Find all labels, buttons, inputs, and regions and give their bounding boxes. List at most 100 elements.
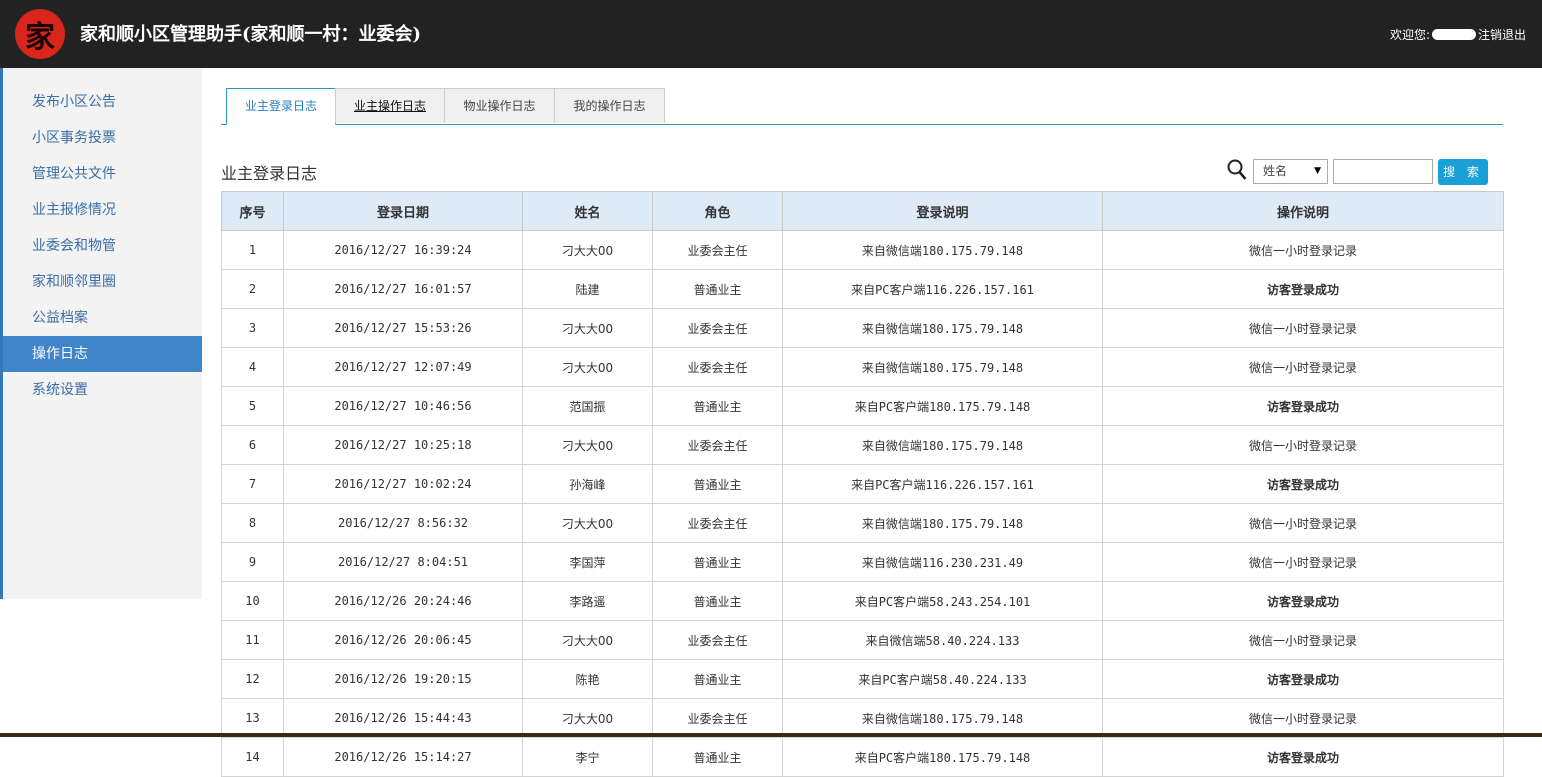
cell-name: 李国萍 (522, 542, 653, 582)
cell-login-date: 2016/12/27 15:53:26 (283, 308, 523, 348)
cell-login-note: 来自微信端180.175.79.148 (782, 230, 1103, 270)
tab-owner-operation-log[interactable]: 业主操作日志 (335, 88, 445, 123)
cell-login-date: 2016/12/27 12:07:49 (283, 347, 523, 387)
cell-login-date: 2016/12/27 10:02:24 (283, 464, 523, 504)
cell-role: 业委会主任 (652, 698, 783, 738)
cell-name: 李宁 (522, 737, 653, 777)
search-field-select[interactable]: 姓名 ▼ (1253, 159, 1328, 184)
cell-login-date: 2016/12/26 15:14:27 (283, 737, 523, 777)
cell-index: 10 (221, 581, 284, 621)
search-select-value: 姓名 (1263, 164, 1288, 178)
cell-role: 业委会主任 (652, 620, 783, 660)
cell-login-note: 来自PC客户端116.226.157.161 (782, 464, 1103, 504)
column-header-login-note: 登录说明 (782, 191, 1103, 231)
cell-operation-note: 访客登录成功 (1102, 386, 1504, 426)
cell-role: 业委会主任 (652, 503, 783, 543)
cell-role: 普通业主 (652, 269, 783, 309)
cell-operation-note: 微信一小时登录记录 (1102, 425, 1504, 465)
cell-index: 2 (221, 269, 284, 309)
masked-username (1431, 29, 1476, 40)
sidebar-item-voting[interactable]: 小区事务投票 (3, 120, 202, 156)
table-header-row: 序号 登录日期 姓名 角色 登录说明 操作说明 (221, 191, 1504, 231)
cell-name: 刁大大00 (522, 425, 653, 465)
cell-index: 8 (221, 503, 284, 543)
tab-property-operation-log[interactable]: 物业操作日志 (444, 88, 555, 123)
chevron-down-icon: ▼ (1314, 166, 1321, 176)
cell-login-note: 来自微信端180.175.79.148 (782, 698, 1103, 738)
cell-operation-note: 微信一小时登录记录 (1102, 503, 1504, 543)
table-row: 11 2016/12/26 20:06:45 刁大大00 业委会主任 来自微信端58.4… (221, 620, 1504, 660)
cell-index: 6 (221, 425, 284, 465)
sidebar-item-operation-log[interactable]: 操作日志 (3, 336, 202, 372)
cell-index: 14 (221, 737, 284, 777)
sidebar-item-committee-property[interactable]: 业委会和物管 (3, 228, 202, 264)
cell-operation-note: 微信一小时登录记录 (1102, 542, 1504, 582)
cell-operation-note: 微信一小时登录记录 (1102, 308, 1504, 348)
cell-login-note: 来自PC客户端58.40.224.133 (782, 659, 1103, 699)
sidebar-item-settings[interactable]: 系统设置 (3, 372, 202, 408)
cell-login-date: 2016/12/27 10:25:18 (283, 425, 523, 465)
cell-role: 普通业主 (652, 386, 783, 426)
cell-role: 普通业主 (652, 659, 783, 699)
table-row: 6 2016/12/27 10:25:18 刁大大00 业委会主任 来自微信端180.1… (221, 425, 1504, 465)
log-tabs: 业主登录日志 业主操作日志 物业操作日志 我的操作日志 (221, 88, 1503, 125)
column-header-login-date: 登录日期 (283, 191, 523, 231)
logout-link[interactable]: 注销退出 (1478, 26, 1526, 43)
cell-operation-note: 微信一小时登录记录 (1102, 620, 1504, 660)
table-row: 1 2016/12/27 16:39:24 刁大大00 业委会主任 来自微信端180.1… (221, 230, 1504, 270)
table-row: 7 2016/12/27 10:02:24 孙海峰 普通业主 来自PC客户端116.22… (221, 464, 1504, 504)
cell-index: 4 (221, 347, 284, 387)
tab-owner-login-log[interactable]: 业主登录日志 (226, 88, 336, 125)
table-row: 12 2016/12/26 19:20:15 陈艳 普通业主 来自PC客户端58.40.… (221, 659, 1504, 699)
table-row: 14 2016/12/26 15:14:27 李宁 普通业主 来自PC客户端180.17… (221, 737, 1504, 777)
sidebar-item-repairs[interactable]: 业主报修情况 (3, 192, 202, 228)
cell-operation-note: 访客登录成功 (1102, 269, 1504, 309)
cell-operation-note: 访客登录成功 (1102, 581, 1504, 621)
cell-operation-note: 访客登录成功 (1102, 659, 1504, 699)
cell-operation-note: 微信一小时登录记录 (1102, 230, 1504, 270)
cell-index: 7 (221, 464, 284, 504)
table-row: 8 2016/12/27 8:56:32 刁大大00 业委会主任 来自微信端180.17… (221, 503, 1504, 543)
search-icon (1227, 159, 1247, 180)
cell-name: 陆建 (522, 269, 653, 309)
sidebar-item-neighborhood[interactable]: 家和顺邻里圈 (3, 264, 202, 300)
cell-login-note: 来自PC客户端180.175.79.148 (782, 386, 1103, 426)
app-title: 家和顺小区管理助手(家和顺一村：业委会) (80, 24, 422, 45)
welcome-label: 欢迎您: (1389, 28, 1430, 42)
cell-name: 孙海峰 (522, 464, 653, 504)
table-row: 2 2016/12/27 16:01:57 陆建 普通业主 来自PC客户端116.226… (221, 269, 1504, 309)
table-row: 9 2016/12/27 8:04:51 李国萍 普通业主 来自微信端116.230.2… (221, 542, 1504, 582)
cell-name: 刁大大00 (522, 698, 653, 738)
cell-login-note: 来自微信端180.175.79.148 (782, 503, 1103, 543)
cell-login-date: 2016/12/27 10:46:56 (283, 386, 523, 426)
section-title: 业主登录日志 (221, 164, 318, 183)
sidebar-item-charity-archive[interactable]: 公益档案 (3, 300, 202, 336)
cell-login-note: 来自微信端116.230.231.49 (782, 542, 1103, 582)
cell-role: 业委会主任 (652, 425, 783, 465)
cell-role: 普通业主 (652, 464, 783, 504)
table-row: 10 2016/12/26 20:24:46 李路遥 普通业主 来自PC客户端58.24… (221, 581, 1504, 621)
cell-login-note: 来自PC客户端180.175.79.148 (782, 737, 1103, 777)
sidebar: 发布小区公告 小区事务投票 管理公共文件 业主报修情况 业委会和物管 家和顺邻里… (0, 68, 202, 599)
sidebar-item-public-files[interactable]: 管理公共文件 (3, 156, 202, 192)
bottom-divider (0, 733, 1542, 737)
cell-name: 刁大大00 (522, 347, 653, 387)
cell-login-date: 2016/12/26 20:24:46 (283, 581, 523, 621)
cell-login-date: 2016/12/26 15:44:43 (283, 698, 523, 738)
cell-name: 陈艳 (522, 659, 653, 699)
cell-login-note: 来自微信端58.40.224.133 (782, 620, 1103, 660)
cell-role: 普通业主 (652, 542, 783, 582)
cell-role: 普通业主 (652, 581, 783, 621)
sidebar-item-announcement[interactable]: 发布小区公告 (3, 84, 202, 120)
cell-login-date: 2016/12/27 16:39:24 (283, 230, 523, 270)
cell-login-date: 2016/12/26 19:20:15 (283, 659, 523, 699)
cell-operation-note: 微信一小时登录记录 (1102, 698, 1504, 738)
search-input[interactable] (1333, 159, 1433, 184)
tab-my-operation-log[interactable]: 我的操作日志 (554, 88, 665, 123)
cell-name: 刁大大00 (522, 308, 653, 348)
cell-login-note: 来自PC客户端116.226.157.161 (782, 269, 1103, 309)
cell-operation-note: 访客登录成功 (1102, 737, 1504, 777)
cell-index: 12 (221, 659, 284, 699)
search-button[interactable]: 搜 索 (1438, 159, 1488, 185)
cell-index: 13 (221, 698, 284, 738)
